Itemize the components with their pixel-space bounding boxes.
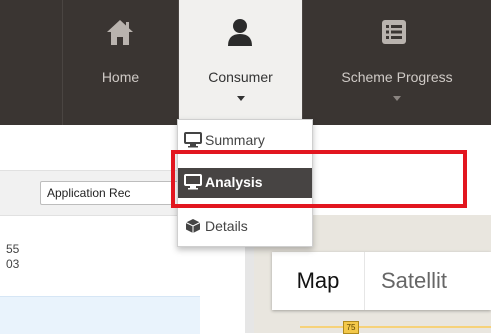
road-number-badge: 75 bbox=[343, 321, 359, 334]
menu-item-details[interactable]: Details bbox=[178, 212, 312, 242]
menu-item-label: Details bbox=[205, 218, 248, 234]
nav-label-scheme-progress: Scheme Progress bbox=[341, 69, 453, 85]
nav-item-consumer[interactable]: Consumer bbox=[179, 0, 302, 125]
nav-label-home: Home bbox=[101, 69, 140, 85]
map-type-control: Map Satellit bbox=[272, 252, 491, 310]
monitor-icon bbox=[184, 132, 202, 148]
application-record-button[interactable]: Application Rec bbox=[40, 181, 182, 205]
value-text: 03 bbox=[6, 257, 20, 271]
cube-icon bbox=[185, 219, 201, 233]
highlight-annotation bbox=[171, 150, 467, 208]
map-tab-satellite[interactable]: Satellit bbox=[364, 252, 491, 310]
nav-item-scheme-progress[interactable]: Scheme Progress bbox=[303, 0, 491, 125]
home-icon bbox=[107, 20, 133, 45]
map-road bbox=[300, 326, 491, 328]
value-text: 55 bbox=[6, 242, 20, 256]
chevron-down-icon bbox=[236, 96, 245, 101]
selected-row[interactable] bbox=[0, 296, 200, 334]
map-tab-map[interactable]: Map bbox=[272, 252, 364, 310]
chevron-down-icon bbox=[393, 96, 401, 101]
list-icon bbox=[382, 20, 406, 44]
user-icon bbox=[228, 19, 252, 46]
menu-item-label: Summary bbox=[205, 132, 265, 148]
nav-label-consumer: Consumer bbox=[208, 69, 273, 85]
nav-item-home[interactable]: Home bbox=[63, 0, 178, 125]
